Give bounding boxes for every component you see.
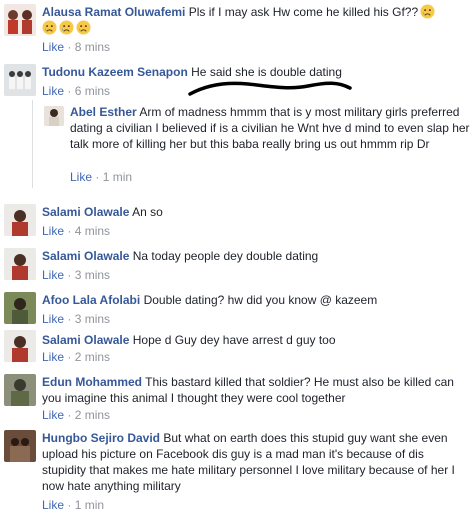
avatar[interactable] — [4, 430, 36, 462]
like-link[interactable]: Like — [42, 40, 64, 54]
commenter-name[interactable]: Salami Olawale — [42, 249, 129, 263]
timestamp[interactable]: 6 mins — [75, 84, 110, 98]
timestamp[interactable]: 3 mins — [75, 268, 110, 282]
timestamp[interactable]: 4 mins — [75, 224, 110, 238]
avatar[interactable] — [44, 106, 64, 126]
comment-meta: Like · 1 min — [70, 170, 132, 184]
like-link[interactable]: Like — [42, 350, 64, 364]
comment-body: Edun Mohammed This bastard killed that s… — [42, 374, 470, 406]
timestamp[interactable]: 3 mins — [75, 312, 110, 326]
scribble-annotation-icon — [188, 81, 352, 96]
comment-text: Na today people dey double dating — [132, 249, 319, 263]
comment-meta: Like · 2 mins — [42, 408, 110, 422]
commenter-name[interactable]: Hungbo Sejiro David — [42, 431, 160, 445]
comment-meta: Like · 6 mins — [42, 84, 110, 98]
meta-separator: · — [67, 224, 72, 238]
avatar[interactable] — [4, 374, 36, 406]
like-link[interactable]: Like — [42, 268, 64, 282]
commenter-name[interactable]: Afoo Lala Afolabi — [42, 293, 140, 307]
avatar[interactable] — [4, 248, 36, 280]
meta-separator: · — [67, 84, 72, 98]
comment-body: Hungbo Sejiro David But what on earth do… — [42, 430, 470, 494]
crying-face-icon — [59, 20, 74, 35]
comment-body: Salami Olawale An so — [42, 204, 470, 220]
comment-body: Salami Olawale Na today people dey doubl… — [42, 248, 470, 264]
crying-face-icon — [420, 4, 435, 19]
timestamp[interactable]: 1 min — [103, 170, 132, 184]
timestamp[interactable]: 2 mins — [75, 408, 110, 422]
commenter-name[interactable]: Edun Mohammed — [42, 375, 142, 389]
comment-meta: Like · 2 mins — [42, 350, 110, 364]
comment-text: Double dating? hw did you know @ kazeem — [143, 293, 378, 307]
crying-face-icon — [76, 20, 91, 35]
comment-body: Afoo Lala Afolabi Double dating? hw did … — [42, 292, 470, 308]
like-link[interactable]: Like — [42, 224, 64, 238]
like-link[interactable]: Like — [42, 312, 64, 326]
meta-separator: · — [95, 170, 100, 184]
comment-meta: Like · 8 mins — [42, 40, 110, 54]
comment-body: Alausa Ramat Oluwafemi Pls if I may ask … — [42, 4, 470, 36]
comment-meta: Like · 3 mins — [42, 268, 110, 282]
comment-body: Salami Olawale Hope d Guy dey have arres… — [42, 332, 470, 348]
like-link[interactable]: Like — [70, 170, 92, 184]
comment-meta: Like · 3 mins — [42, 312, 110, 326]
crying-face-icon — [42, 20, 57, 35]
avatar[interactable] — [4, 292, 36, 324]
meta-separator: · — [67, 350, 72, 364]
like-link[interactable]: Like — [42, 84, 64, 98]
meta-separator: · — [67, 312, 72, 326]
meta-separator: · — [67, 268, 72, 282]
comment-meta: Like · 4 mins — [42, 224, 110, 238]
avatar[interactable] — [4, 204, 36, 236]
commenter-name[interactable]: Tudonu Kazeem Senapon — [42, 65, 188, 79]
comment-body: Abel Esther Arm of madness hmmm that is … — [70, 104, 470, 152]
reply-thread-line — [32, 100, 33, 188]
comment-text: Hope d Guy dey have arrest d guy too — [132, 333, 336, 347]
timestamp[interactable]: 8 mins — [75, 40, 110, 54]
commenter-name[interactable]: Salami Olawale — [42, 205, 129, 219]
meta-separator: · — [67, 408, 72, 422]
comment-text: An so — [132, 205, 163, 219]
timestamp[interactable]: 2 mins — [75, 350, 110, 364]
avatar[interactable] — [4, 330, 36, 362]
commenter-name[interactable]: Salami Olawale — [42, 333, 129, 347]
commenter-name[interactable]: Abel Esther — [70, 105, 137, 119]
avatar[interactable] — [4, 64, 36, 96]
meta-separator: · — [67, 40, 72, 54]
comment-text: Pls if I may ask Hw come he killed his G… — [188, 5, 419, 19]
avatar[interactable] — [4, 4, 36, 36]
like-link[interactable]: Like — [42, 408, 64, 422]
commenter-name[interactable]: Alausa Ramat Oluwafemi — [42, 5, 185, 19]
